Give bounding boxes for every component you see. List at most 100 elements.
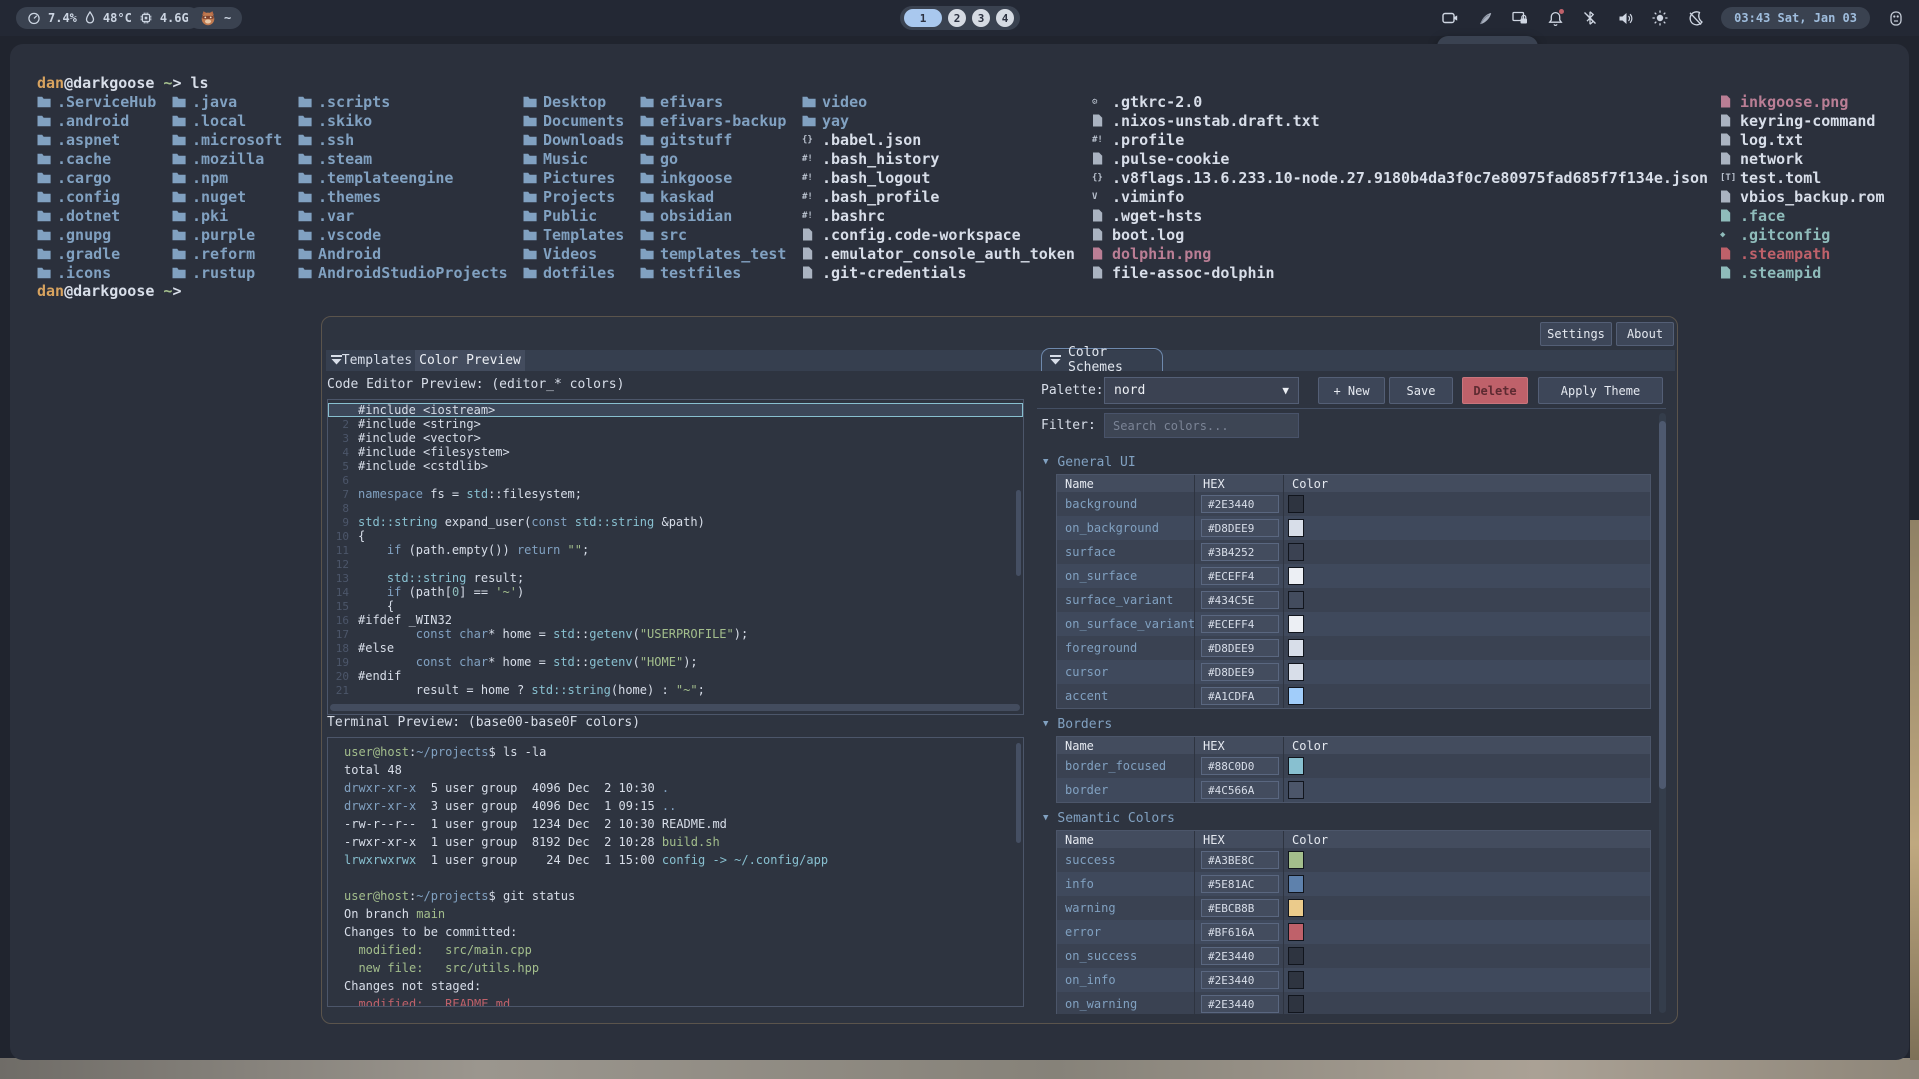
code-line[interactable]: 11 if (path.empty()) return "";: [328, 543, 1023, 557]
tab-color-preview[interactable]: Color Preview: [415, 350, 525, 371]
code-line[interactable]: 13 std::string result;: [328, 571, 1023, 585]
terminal-line: -rw-r--r-- 1 user group 1234 Dec 2 10:30…: [328, 815, 1015, 833]
hex-input[interactable]: #5E81AC: [1201, 875, 1279, 893]
code-line[interactable]: 2#include <string>: [328, 417, 1023, 431]
tray-owl-icon[interactable]: [1887, 9, 1905, 27]
hex-input[interactable]: #2E3440: [1201, 495, 1279, 513]
hex-input[interactable]: #BF616A: [1201, 923, 1279, 941]
palette-select[interactable]: nord ▼: [1104, 377, 1299, 404]
hex-input[interactable]: #2E3440: [1201, 947, 1279, 965]
code-line[interactable]: #include <iostream>: [328, 403, 1023, 417]
section-title-general-ui[interactable]: ▼General UI: [1043, 454, 1651, 470]
code-token: #include <vector>: [358, 431, 481, 445]
hex-input[interactable]: #3B4252: [1201, 543, 1279, 561]
code-line[interactable]: 10{: [328, 529, 1023, 543]
save-button[interactable]: Save: [1389, 377, 1453, 404]
screenshot-lock-icon[interactable]: [1511, 9, 1529, 27]
color-swatch[interactable]: [1288, 687, 1304, 705]
workspace-4[interactable]: 4: [996, 9, 1014, 27]
code-line[interactable]: 9std::string expand_user(const std::stri…: [328, 515, 1023, 529]
volume-icon[interactable]: [1616, 9, 1634, 27]
code-line[interactable]: 6: [328, 473, 1023, 487]
terminal-token: $ git status: [489, 889, 576, 903]
tab-color-schemes[interactable]: Color Schemes: [1041, 348, 1163, 371]
code-line[interactable]: 17 const char* home = std::getenv("USERP…: [328, 627, 1023, 641]
code-line[interactable]: 15 {: [328, 599, 1023, 613]
workspace-2[interactable]: 2: [948, 9, 966, 27]
code-line[interactable]: 21 result = home ? std::string(home) : "…: [328, 683, 1023, 697]
code-line[interactable]: 16#ifdef _WIN32: [328, 613, 1023, 627]
notification-bell-icon[interactable]: [1546, 9, 1564, 27]
hex-input[interactable]: #4C566A: [1201, 781, 1279, 799]
code-line[interactable]: 4#include <filesystem>: [328, 445, 1023, 459]
file-name: .wget-hsts: [1112, 207, 1202, 225]
nightlight-off-icon[interactable]: [1686, 9, 1704, 27]
scrollbar-thumb[interactable]: [1659, 421, 1666, 789]
screen-record-icon[interactable]: [1441, 9, 1459, 27]
color-swatch[interactable]: [1288, 567, 1304, 585]
about-button[interactable]: About: [1616, 322, 1674, 346]
clock[interactable]: 03:43 Sat, Jan 03: [1721, 7, 1870, 29]
code-line[interactable]: 12: [328, 557, 1023, 571]
color-swatch[interactable]: [1288, 899, 1304, 917]
color-table-scrollbar[interactable]: [1659, 413, 1666, 1013]
hex-input[interactable]: #EBCB8B: [1201, 899, 1279, 917]
color-swatch[interactable]: [1288, 947, 1304, 965]
bluetooth-off-icon[interactable]: [1581, 9, 1599, 27]
flameshot-feather-icon[interactable]: [1476, 9, 1494, 27]
code-line[interactable]: 3#include <vector>: [328, 431, 1023, 445]
hex-input[interactable]: #ECEFF4: [1201, 615, 1279, 633]
code-line[interactable]: 14 if (path[0] == '~'): [328, 585, 1023, 599]
color-swatch[interactable]: [1288, 663, 1304, 681]
settings-button[interactable]: Settings: [1540, 322, 1612, 346]
workspace-1-active[interactable]: 1: [904, 9, 942, 27]
section-title-borders[interactable]: ▼Borders: [1043, 716, 1651, 732]
hex-input[interactable]: #2E3440: [1201, 971, 1279, 989]
hex-input[interactable]: #D8DEE9: [1201, 663, 1279, 681]
color-swatch[interactable]: [1288, 781, 1304, 799]
delete-button[interactable]: Delete: [1462, 377, 1528, 404]
color-swatch[interactable]: [1288, 495, 1304, 513]
line-number: 7: [328, 488, 358, 501]
color-swatch[interactable]: [1288, 923, 1304, 941]
brightness-sun-icon[interactable]: [1651, 9, 1669, 27]
color-swatch[interactable]: [1288, 995, 1304, 1013]
color-swatch[interactable]: [1288, 851, 1304, 869]
color-swatch[interactable]: [1288, 615, 1304, 633]
code-line[interactable]: 18#else: [328, 641, 1023, 655]
code-line[interactable]: 5#include <cstdlib>: [328, 459, 1023, 473]
color-name: on_background: [1057, 516, 1195, 540]
section-title-semantic-colors[interactable]: ▼Semantic Colors: [1043, 810, 1651, 826]
code-line[interactable]: 7namespace fs = std::filesystem;: [328, 487, 1023, 501]
hex-input[interactable]: #A1CDFA: [1201, 687, 1279, 705]
hex-input[interactable]: #434C5E: [1201, 591, 1279, 609]
code-line[interactable]: 8: [328, 501, 1023, 515]
workspace-3[interactable]: 3: [972, 9, 990, 27]
color-swatch[interactable]: [1288, 543, 1304, 561]
hex-input[interactable]: #D8DEE9: [1201, 639, 1279, 657]
filter-input[interactable]: [1104, 413, 1299, 438]
tab-templates[interactable]: Templates: [339, 350, 415, 371]
system-stats-pill[interactable]: 7.4% 48°C 4.6G: [16, 7, 200, 29]
terminal-token: new file: src/utils.hpp: [344, 961, 539, 975]
new-palette-button[interactable]: + New: [1318, 377, 1385, 404]
color-swatch[interactable]: [1288, 639, 1304, 657]
editor-vertical-scrollbar[interactable]: [1016, 490, 1021, 576]
code-line[interactable]: 19 const char* home = std::getenv("HOME"…: [328, 655, 1023, 669]
hex-input[interactable]: #2E3440: [1201, 995, 1279, 1013]
hex-input[interactable]: #88C0D0: [1201, 757, 1279, 775]
color-swatch[interactable]: [1288, 757, 1304, 775]
color-swatch[interactable]: [1288, 971, 1304, 989]
hex-input[interactable]: #A3BE8C: [1201, 851, 1279, 869]
focused-app-pill[interactable]: ~: [188, 7, 242, 29]
file-name: vbios_backup.rom: [1740, 188, 1885, 206]
color-swatch[interactable]: [1288, 591, 1304, 609]
editor-horizontal-scrollbar[interactable]: [330, 704, 1020, 711]
color-swatch[interactable]: [1288, 875, 1304, 893]
hex-input[interactable]: #ECEFF4: [1201, 567, 1279, 585]
hex-input[interactable]: #D8DEE9: [1201, 519, 1279, 537]
terminal-preview-scrollbar[interactable]: [1016, 743, 1021, 843]
color-swatch[interactable]: [1288, 519, 1304, 537]
apply-theme-button[interactable]: Apply Theme: [1538, 377, 1663, 404]
code-line[interactable]: 20#endif: [328, 669, 1023, 683]
